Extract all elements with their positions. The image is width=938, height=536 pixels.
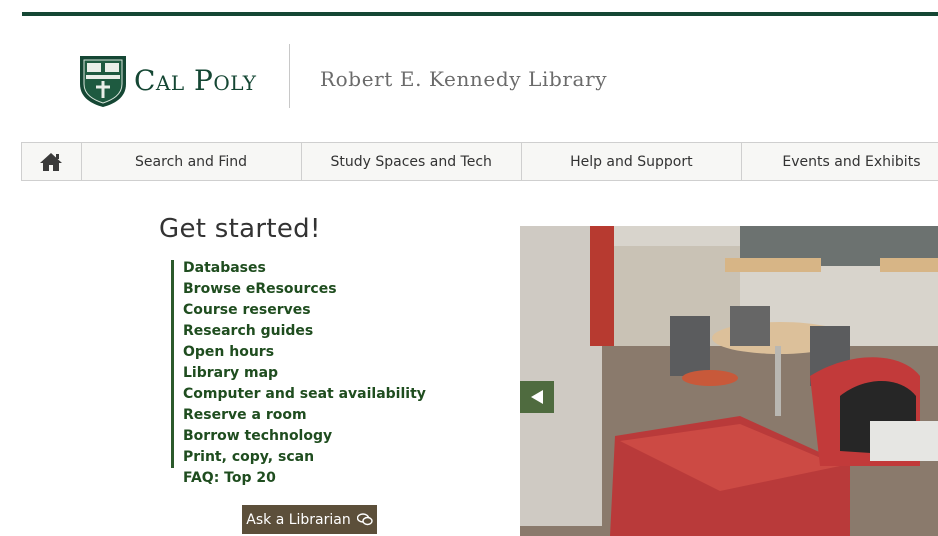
link-computer-seat-availability[interactable]: Computer and seat availability [183, 386, 426, 407]
link-research-guides[interactable]: Research guides [183, 323, 426, 344]
carousel-image[interactable] [520, 226, 938, 536]
library-study-space-photo [520, 226, 938, 536]
nav-search-and-find[interactable]: Search and Find [82, 143, 302, 180]
arrow-left-icon [531, 390, 543, 404]
ask-button-label: Ask a Librarian [246, 511, 351, 528]
link-print-copy-scan[interactable]: Print, copy, scan [183, 449, 426, 470]
nav-home[interactable] [22, 143, 82, 180]
link-reserve-a-room[interactable]: Reserve a room [183, 407, 426, 428]
library-name[interactable]: Robert E. Kennedy Library [320, 67, 607, 91]
link-borrow-technology[interactable]: Borrow technology [183, 428, 426, 449]
link-faq-top-20[interactable]: FAQ: Top 20 [183, 470, 276, 486]
nav-events-and-exhibits[interactable]: Events and Exhibits [742, 143, 938, 180]
home-icon [40, 152, 63, 171]
logo-text: Cal Poly [134, 64, 257, 97]
shield-icon [80, 56, 126, 107]
link-library-map[interactable]: Library map [183, 365, 426, 386]
chat-icon [356, 513, 373, 526]
cal-poly-logo[interactable]: Cal Poly [78, 54, 257, 108]
nav-study-spaces-and-tech[interactable]: Study Spaces and Tech [302, 143, 522, 180]
carousel-prev-button[interactable] [520, 381, 554, 413]
link-browse-eresources[interactable]: Browse eResources [183, 281, 426, 302]
main-nav: Search and Find Study Spaces and Tech He… [21, 142, 938, 181]
header-divider [289, 44, 290, 108]
link-course-reserves[interactable]: Course reserves [183, 302, 426, 323]
top-accent-bar [22, 12, 938, 16]
nav-help-and-support[interactable]: Help and Support [522, 143, 742, 180]
link-databases[interactable]: Databases [183, 260, 426, 281]
get-started-heading: Get started! [159, 214, 321, 244]
ask-a-librarian-button[interactable]: Ask a Librarian [242, 505, 377, 534]
link-open-hours[interactable]: Open hours [183, 344, 426, 365]
get-started-list: Databases Browse eResources Course reser… [171, 260, 426, 468]
